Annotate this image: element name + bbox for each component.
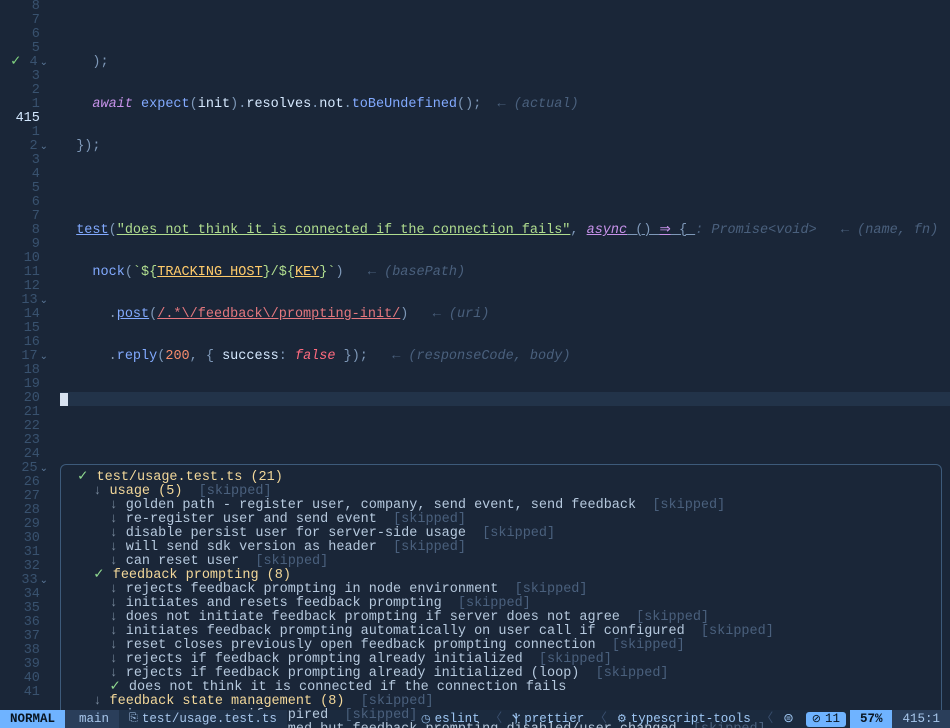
- prettier-status[interactable]: Ⲯprettier: [504, 712, 592, 727]
- separator: 〈: [759, 712, 776, 726]
- lsp-status[interactable]: ⚙typescript-tools: [609, 712, 759, 727]
- cursor-line[interactable]: [60, 392, 950, 406]
- warning-icon: ⊘: [812, 714, 825, 726]
- eslint-status[interactable]: ◷eslint: [413, 712, 488, 727]
- file-path[interactable]: ⎘test/usage.test.ts: [119, 710, 287, 728]
- lsp-active-icon: ⊜: [775, 712, 801, 726]
- prettier-icon: Ⲯ: [512, 714, 524, 726]
- eslint-icon: ◷: [421, 714, 435, 726]
- scroll-percent: 57%: [850, 710, 893, 728]
- status-bar: NORMAL main ⎘test/usage.test.ts ◷eslint …: [0, 710, 950, 728]
- editor-viewport[interactable]: 8 7 6 5 ✓ 4⌄3 2 1 415 1 2⌄3 4 5 6 7 8 9 …: [0, 0, 950, 710]
- separator: 〈: [488, 712, 505, 726]
- line-number-gutter: 8 7 6 5 ✓ 4⌄3 2 1 415 1 2⌄3 4 5 6 7 8 9 …: [0, 0, 54, 710]
- diagnostics-count[interactable]: ⊘11: [806, 712, 846, 727]
- cursor-position: 415:1: [892, 710, 950, 728]
- gear-icon: ⚙: [617, 714, 631, 726]
- code-area[interactable]: ); await expect(init).resolves.not.toBeU…: [54, 0, 950, 710]
- test-output-panel: ✓ test/usage.test.ts (21) ↓ usage (5) [s…: [60, 464, 942, 728]
- block-cursor: [60, 393, 68, 406]
- git-branch[interactable]: main: [65, 710, 119, 728]
- vim-mode-indicator: NORMAL: [0, 710, 65, 728]
- file-icon: ⎘: [129, 712, 142, 726]
- separator: 〈: [592, 712, 609, 726]
